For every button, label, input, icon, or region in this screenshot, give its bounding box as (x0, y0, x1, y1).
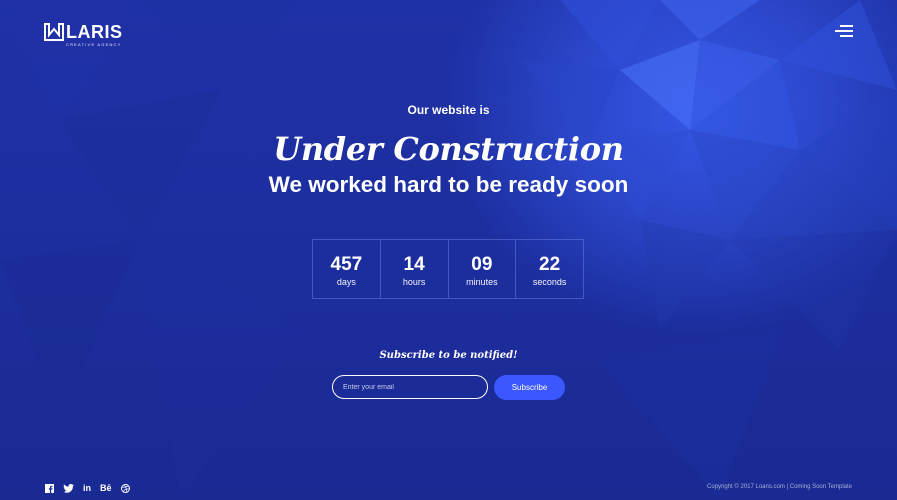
behance-icon[interactable]: Bē (100, 483, 112, 493)
social-links: in Bē (45, 483, 139, 493)
countdown-hours-value: 14 (403, 254, 425, 275)
email-input[interactable] (332, 375, 488, 399)
countdown-timer: 457 days 14 hours 09 minutes 22 seconds (312, 239, 584, 299)
countdown-minutes-value: 09 (471, 254, 493, 275)
brand-logo[interactable]: LARIS CREATIVE AGENCY (44, 23, 123, 47)
subscribe-title: Subscribe to be notified! (379, 350, 518, 361)
countdown-seconds: 22 seconds (515, 240, 583, 298)
hero-kicker: Our website is (407, 103, 490, 117)
countdown-days-value: 457 (330, 254, 363, 275)
facebook-icon[interactable] (45, 483, 54, 493)
countdown-minutes-label: minutes (466, 277, 498, 287)
hero-headline: Under Construction (273, 130, 624, 168)
countdown-days: 457 days (313, 240, 380, 298)
hero-subhead: We worked hard to be ready soon (268, 172, 629, 197)
brand-name: LARIS (66, 22, 123, 42)
countdown-seconds-label: seconds (532, 277, 567, 287)
copyright-text: Copyright © 2017 Loans.com | Coming Soon… (707, 484, 852, 490)
twitter-icon[interactable] (63, 483, 74, 493)
hero-section: Our website is Under Construction We wor… (0, 100, 897, 200)
logo-mark-icon (44, 23, 64, 41)
countdown-seconds-value: 22 (539, 254, 561, 275)
linkedin-icon[interactable]: in (83, 483, 91, 493)
subscribe-button[interactable]: Subscribe (494, 375, 565, 400)
hamburger-menu-icon[interactable] (835, 25, 853, 37)
brand-tagline: CREATIVE AGENCY (66, 42, 122, 47)
countdown-hours-label: hours (402, 277, 426, 287)
countdown-minutes: 09 minutes (447, 240, 516, 298)
countdown-hours: 14 hours (379, 240, 448, 298)
countdown-days-label: days (336, 277, 356, 287)
dribbble-icon[interactable] (120, 483, 130, 493)
